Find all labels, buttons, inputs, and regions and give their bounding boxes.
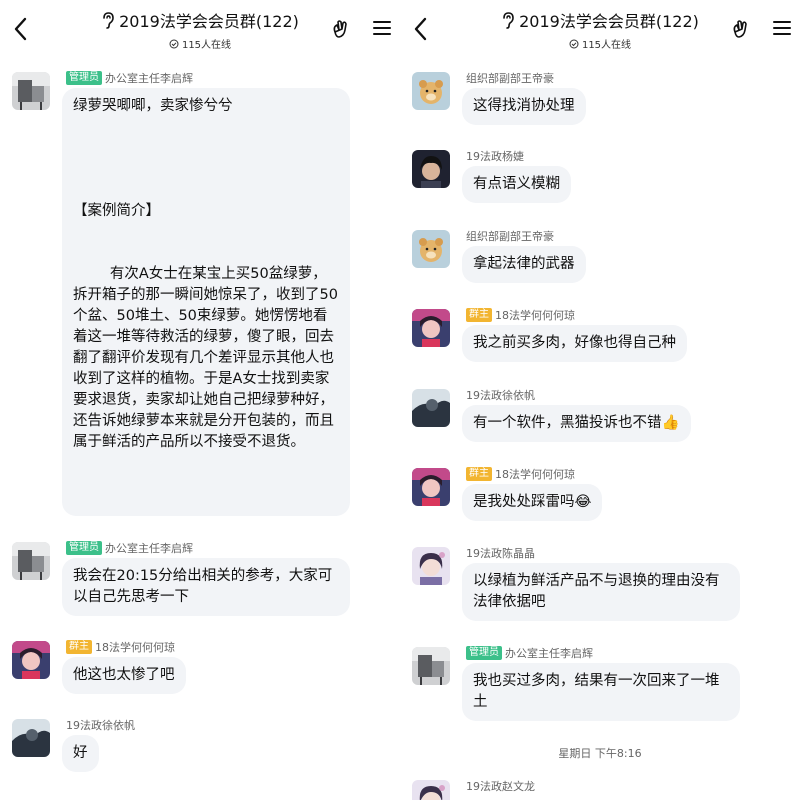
owner-badge: 群主 xyxy=(466,308,492,322)
avatar[interactable] xyxy=(412,547,450,585)
owner-badge: 群主 xyxy=(466,467,492,481)
message-bubble[interactable]: 有一个软件，黑猫投诉也不错👍 xyxy=(462,405,691,442)
avatar[interactable] xyxy=(12,542,50,580)
message-bubble[interactable]: 拿起法律的武器 xyxy=(462,246,586,283)
chat-panel-right: 2019法学会会员群(122) 115人在线 组织部副部王帝豪 这得找消协处理 xyxy=(400,0,800,800)
avatar[interactable] xyxy=(412,389,450,427)
sender-name: 组织部副部王帝豪 xyxy=(466,72,554,85)
admin-badge: 管理员 xyxy=(66,541,102,555)
hand-gesture-icon[interactable] xyxy=(330,18,352,40)
message-bubble[interactable]: 我会在20:15分给出相关的参考，大家可以自己先思考一下 xyxy=(62,558,350,616)
avatar[interactable] xyxy=(412,72,450,110)
sender-name: 19法政徐依帆 xyxy=(66,719,135,732)
message-bubble[interactable]: 是我处处踩雷吗😂 xyxy=(462,484,603,521)
avatar[interactable] xyxy=(412,468,450,506)
date-divider: 星期日 下午8:16 xyxy=(558,747,642,760)
avatar[interactable] xyxy=(412,309,450,347)
sender-name: 19法政徐依帆 xyxy=(466,389,535,402)
menu-icon[interactable] xyxy=(772,19,792,37)
online-count: 115人在线 xyxy=(581,40,632,51)
online-status-icon xyxy=(569,39,579,48)
sender-name: 办公室主任李启辉 xyxy=(505,647,593,660)
sender-name: 18法学何何何琼 xyxy=(95,641,175,654)
message-bubble[interactable]: 以绿植为鲜活产品不与退换的理由没有法律依据吧 xyxy=(462,563,740,621)
message-bubble[interactable]: 他这也太惨了吧 xyxy=(62,657,186,694)
sender-name: 19法政杨婕 xyxy=(466,150,524,163)
avatar[interactable] xyxy=(412,150,450,188)
ear-icon xyxy=(103,12,114,29)
sender-name: 18法学何何何琼 xyxy=(495,468,575,481)
online-status-icon xyxy=(169,39,179,48)
message-bubble[interactable]: 我之前买多肉，好像也得自己种 xyxy=(462,325,687,362)
sender-name: 组织部副部王帝豪 xyxy=(466,230,554,243)
message-bubble[interactable]: 这得找消协处理 xyxy=(462,88,586,125)
message-bubble[interactable]: 好 xyxy=(62,735,99,772)
hand-gesture-icon[interactable] xyxy=(730,18,752,40)
chat-panel-left: 2019法学会会员群(122) 115人在线 管理员 办公室主任李启辉 绿萝哭唧 xyxy=(0,0,400,800)
sender-name: 19法政陈晶晶 xyxy=(466,547,535,560)
admin-badge: 管理员 xyxy=(466,646,502,660)
message-bubble[interactable]: 有点语义模糊 xyxy=(462,166,571,203)
avatar[interactable] xyxy=(412,780,450,800)
chat-header: 2019法学会会员群(122) 115人在线 xyxy=(0,0,400,56)
group-title[interactable]: 2019法学会会员群(122) xyxy=(519,8,699,32)
owner-badge: 群主 xyxy=(66,640,92,654)
group-title[interactable]: 2019法学会会员群(122) xyxy=(119,8,299,32)
online-count: 115人在线 xyxy=(181,40,232,51)
message-bubble[interactable]: 绿萝哭唧唧，卖家惨兮兮 【案例简介】 有次A女士在某宝上买50盆绿萝，拆开箱子的… xyxy=(62,88,350,516)
sender-name: 办公室主任李启辉 xyxy=(105,72,193,85)
chat-header: 2019法学会会员群(122) 115人在线 xyxy=(400,0,800,56)
sender-name: 办公室主任李启辉 xyxy=(105,542,193,555)
avatar[interactable] xyxy=(412,230,450,268)
admin-badge: 管理员 xyxy=(66,71,102,85)
sender-name: 19法政赵文龙 xyxy=(466,780,535,793)
sender-name: 18法学何何何琼 xyxy=(495,309,575,322)
avatar[interactable] xyxy=(12,641,50,679)
message-bubble[interactable]: 我也买过多肉，结果有一次回来了一堆土 xyxy=(462,663,740,721)
ear-icon xyxy=(503,12,514,29)
menu-icon[interactable] xyxy=(372,19,392,37)
avatar[interactable] xyxy=(12,72,50,110)
avatar[interactable] xyxy=(412,647,450,685)
avatar[interactable] xyxy=(12,719,50,757)
